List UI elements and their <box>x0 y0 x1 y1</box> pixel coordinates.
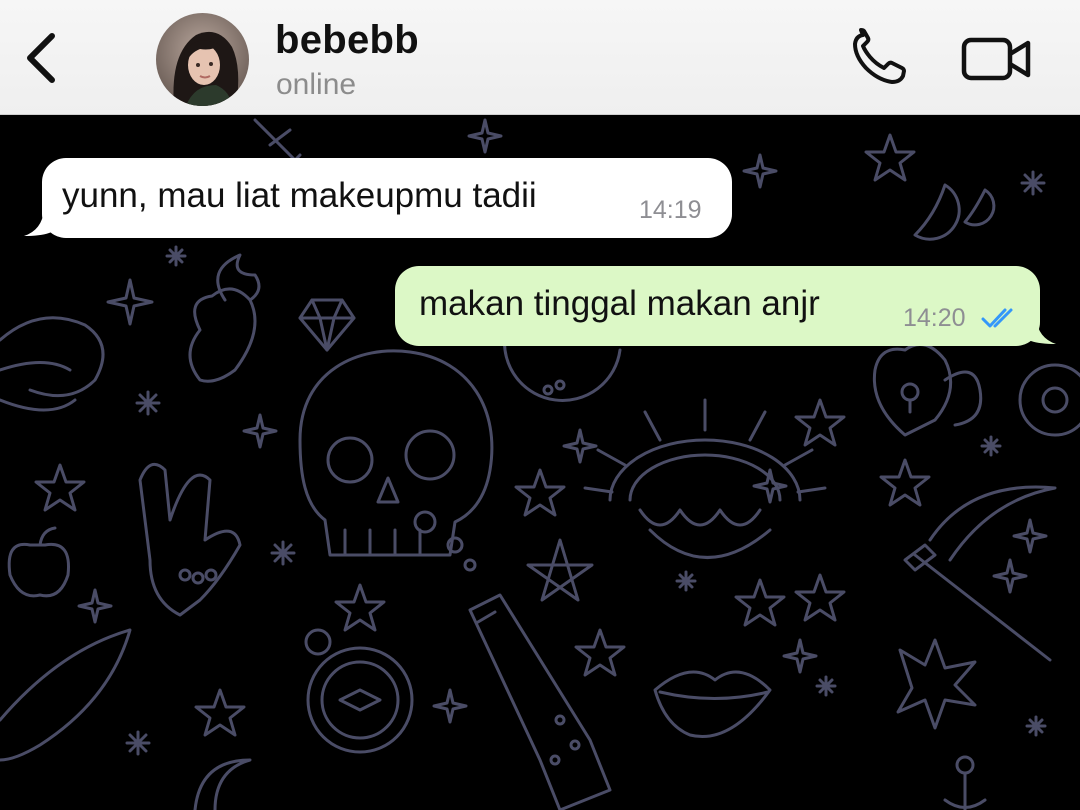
anchor-doodle <box>943 755 987 810</box>
message-time: 14:19 <box>639 196 702 224</box>
chevron-left-icon <box>27 33 55 83</box>
diamond-doodle <box>298 298 356 352</box>
video-camera-icon <box>961 37 1031 81</box>
hand-doodle <box>138 462 242 617</box>
message-text: makan tinggal makan anjr <box>419 284 820 323</box>
wave-doodle <box>0 316 105 412</box>
contact-status: online <box>276 68 357 101</box>
lips-doodle <box>653 670 772 738</box>
bottle-doodle <box>468 593 612 810</box>
pentagram-doodle <box>526 538 594 602</box>
burst-doodle <box>896 638 977 730</box>
leaf-doodle <box>0 628 132 762</box>
phone-icon <box>853 28 906 84</box>
chat-screen: bebebb online yunn, mau liat makeupmu ta… <box>0 0 1080 810</box>
avatar[interactable] <box>156 13 249 106</box>
skull-doodle <box>298 349 494 572</box>
double-check-icon <box>981 308 1013 328</box>
incoming-message-bubble[interactable]: yunn, mau liat makeupmu tadii 14:19 <box>42 158 732 238</box>
scythe-doodle <box>903 485 1057 662</box>
sun-doodle <box>583 398 827 559</box>
voice-call-button[interactable] <box>846 26 914 90</box>
crescent-doodle <box>193 758 252 810</box>
donut-doodle <box>1018 363 1080 437</box>
compass-doodle <box>304 628 414 754</box>
drops-doodle <box>913 183 996 241</box>
lock-doodle <box>872 342 983 437</box>
video-call-button[interactable] <box>958 30 1036 88</box>
avatar-image <box>156 13 249 106</box>
message-time: 14:20 <box>903 304 966 332</box>
back-button[interactable] <box>14 26 74 90</box>
apple-doodle <box>7 526 71 598</box>
outgoing-message-bubble[interactable]: makan tinggal makan anjr 14:20 <box>395 266 1040 346</box>
chat-header: bebebb online <box>0 0 1080 115</box>
contact-name[interactable]: bebebb <box>275 18 419 63</box>
doodle-wallpaper <box>0 118 1080 810</box>
flame-heart-doodle <box>188 253 261 383</box>
message-text: yunn, mau liat makeupmu tadii <box>62 176 537 215</box>
